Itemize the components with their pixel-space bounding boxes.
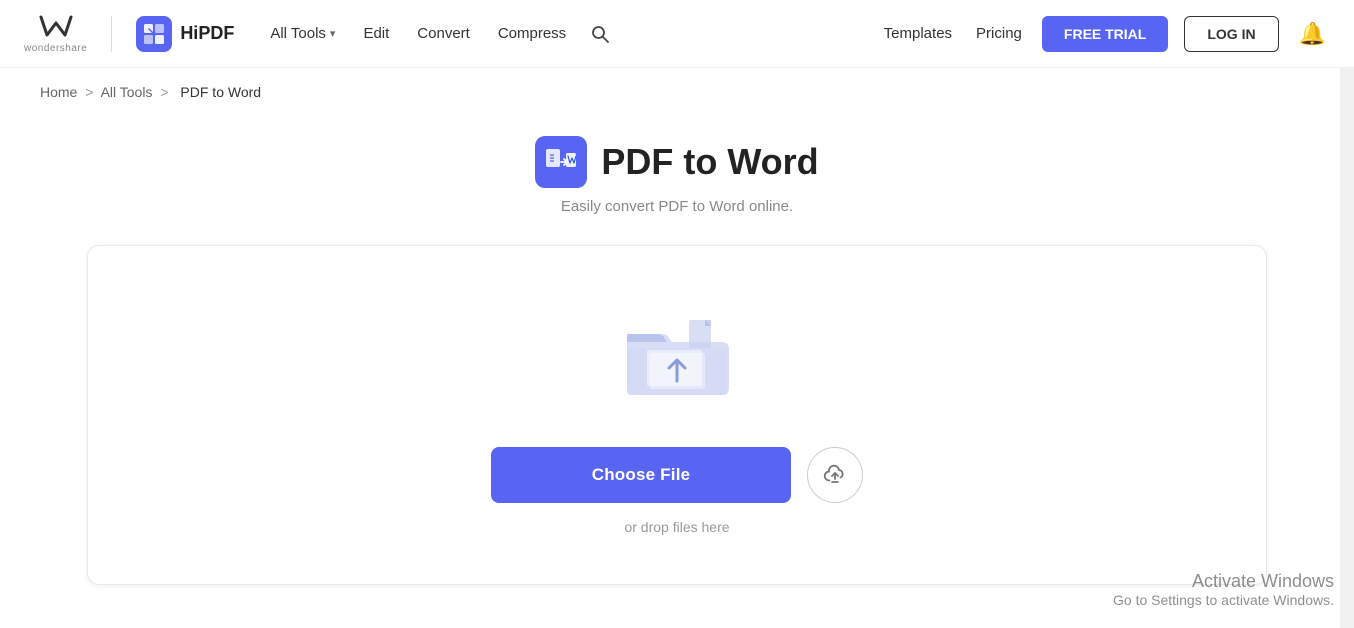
cloud-upload-button[interactable] — [807, 447, 863, 503]
logo-area: wondershare HiPDF — [24, 13, 234, 54]
nav-compress[interactable]: Compress — [486, 17, 578, 50]
login-button[interactable]: LOG IN — [1184, 16, 1278, 52]
page-title: PDF to Word — [601, 141, 818, 183]
wondershare-text: wondershare — [24, 43, 87, 54]
free-trial-button[interactable]: FREE TRIAL — [1042, 16, 1168, 52]
pdf-to-word-icon — [535, 136, 587, 188]
activate-windows-watermark: Activate Windows Go to Settings to activ… — [1113, 571, 1334, 608]
hipdf-logo[interactable]: HiPDF — [136, 16, 234, 52]
nav-pricing[interactable]: Pricing — [972, 17, 1026, 50]
chevron-down-icon: ▾ — [330, 27, 336, 40]
wondershare-icon — [37, 13, 75, 41]
header: wondershare HiPDF All Tools ▾ Edit — [0, 0, 1354, 68]
breadcrumb: Home > All Tools > PDF to Word — [0, 68, 1354, 116]
page-title-area: PDF to Word Easily convert PDF to Word o… — [535, 136, 818, 215]
drop-hint: or drop files here — [624, 519, 729, 535]
notification-icon[interactable]: 🔔 — [1295, 17, 1330, 51]
breadcrumb-all-tools[interactable]: All Tools — [101, 84, 153, 100]
hipdf-icon — [136, 16, 172, 52]
upload-folder-svg — [617, 306, 737, 406]
hipdf-text: HiPDF — [180, 23, 234, 44]
activate-title: Activate Windows — [1113, 571, 1334, 592]
nav-right: Templates Pricing FREE TRIAL LOG IN 🔔 — [880, 16, 1330, 52]
search-icon — [590, 24, 610, 44]
main-nav: All Tools ▾ Edit Convert Compress — [258, 16, 618, 52]
choose-file-button[interactable]: Choose File — [491, 447, 791, 503]
nav-convert[interactable]: Convert — [405, 17, 482, 50]
breadcrumb-sep2: > — [160, 84, 168, 100]
main-content: PDF to Word Easily convert PDF to Word o… — [0, 116, 1354, 625]
page-subtitle: Easily convert PDF to Word online. — [561, 198, 793, 215]
upload-buttons: Choose File — [491, 447, 863, 503]
nav-all-tools[interactable]: All Tools ▾ — [258, 17, 347, 50]
breadcrumb-current: PDF to Word — [180, 84, 261, 100]
nav-templates[interactable]: Templates — [880, 17, 956, 50]
scrollbar-track[interactable] — [1340, 0, 1354, 628]
wondershare-logo[interactable]: wondershare — [24, 13, 87, 54]
search-button[interactable] — [582, 16, 618, 52]
nav-edit[interactable]: Edit — [351, 17, 401, 50]
cloud-upload-icon — [823, 463, 847, 487]
folder-illustration — [617, 306, 737, 411]
breadcrumb-sep1: > — [85, 84, 93, 100]
title-row: PDF to Word — [535, 136, 818, 188]
logo-divider — [111, 16, 112, 52]
upload-card: Choose File or drop files here — [87, 245, 1267, 585]
activate-subtitle: Go to Settings to activate Windows. — [1113, 592, 1334, 608]
breadcrumb-home[interactable]: Home — [40, 84, 77, 100]
